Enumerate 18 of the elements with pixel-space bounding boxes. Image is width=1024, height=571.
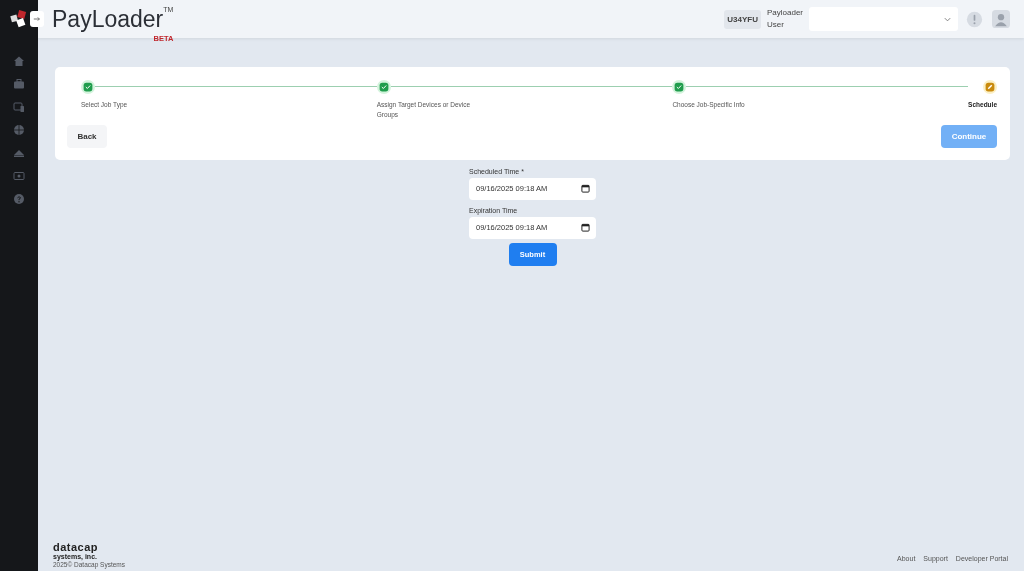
back-button[interactable]: Back bbox=[67, 124, 107, 148]
logo-icon bbox=[10, 10, 28, 28]
alert-icon[interactable] bbox=[966, 10, 983, 28]
app-title: PayLoader bbox=[52, 5, 164, 33]
calendar-icon[interactable] bbox=[581, 184, 590, 193]
user-code-badge: U34YFU bbox=[724, 9, 761, 29]
expand-button[interactable] bbox=[30, 11, 44, 27]
help-icon[interactable] bbox=[13, 193, 25, 205]
briefcase-icon[interactable] bbox=[13, 78, 25, 90]
arrow-icon bbox=[33, 15, 41, 23]
globe-icon[interactable] bbox=[13, 124, 25, 136]
devices-icon[interactable] bbox=[13, 101, 25, 113]
calendar-icon[interactable] bbox=[581, 223, 590, 232]
footer-logo: datacap bbox=[53, 543, 100, 553]
card-icon[interactable] bbox=[13, 170, 25, 182]
home-icon[interactable] bbox=[13, 55, 25, 67]
avatar-icon[interactable] bbox=[992, 10, 1010, 28]
user-name: Payloader User bbox=[767, 7, 805, 31]
